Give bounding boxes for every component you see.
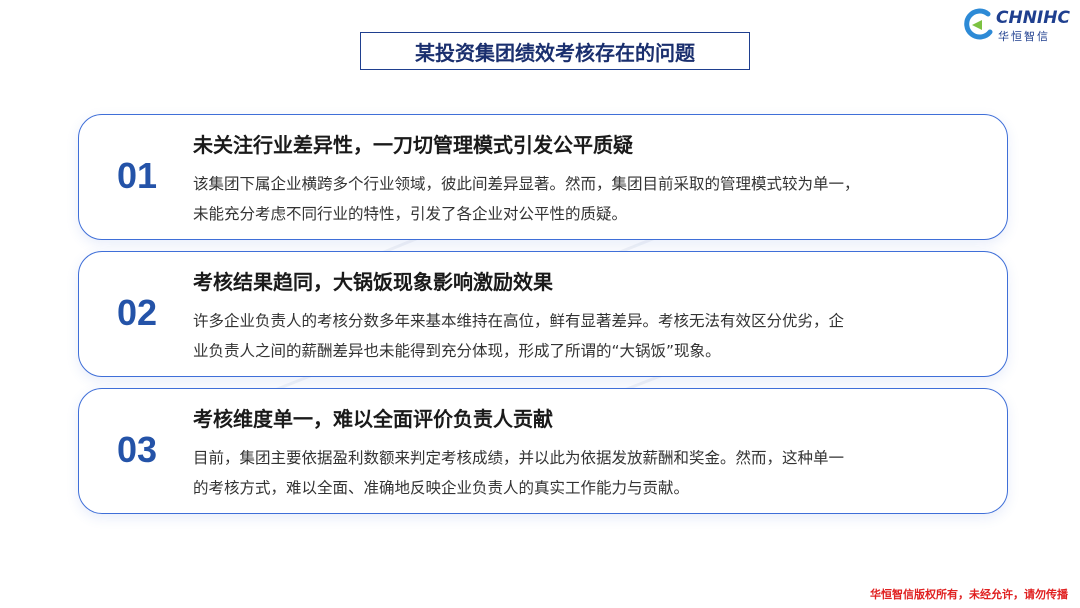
issue-card-2: 02 考核结果趋同，大锅饭现象影响激励效果 许多企业负责人的考核分数多年来基本维… [78, 251, 1008, 377]
issue-body-line: 未能充分考虑不同行业的特性，引发了各企业对公平性的质疑。 [193, 205, 628, 223]
logo-subtitle: 华恒智信 [998, 30, 1050, 43]
company-logo: CHNIHC 华恒智信 [962, 6, 1072, 46]
issue-body-line: 该集团下属企业横跨多个行业领域，彼此间差异显著。然而，集团目前采取的管理模式较为… [193, 175, 860, 193]
issue-number: 02 [117, 292, 158, 333]
issue-body: 许多企业负责人的考核分数多年来基本维持在高位，鲜有显著差异。考核无法有效区分优劣… [193, 306, 973, 366]
issue-body-line: 目前，集团主要依据盈利数额来判定考核成绩，并以此为依据发放薪酬和奖金。然而，这种… [193, 449, 845, 467]
issue-body: 该集团下属企业横跨多个行业领域，彼此间差异显著。然而，集团目前采取的管理模式较为… [193, 169, 973, 229]
logo-mark-icon [964, 8, 993, 40]
issue-heading: 考核维度单一，难以全面评价负责人贡献 [193, 407, 553, 431]
copyright-notice: 华恒智信版权所有，未经允许，请勿传播 [870, 588, 1068, 601]
issue-number: 01 [117, 155, 158, 196]
issue-body-line: 业负责人之间的薪酬差异也未能得到充分体现，形成了所谓的“大锅饭”现象。 [193, 342, 721, 360]
issue-card-1: 01 未关注行业差异性，一刀切管理模式引发公平质疑 该集团下属企业横跨多个行业领… [78, 114, 1008, 240]
issue-card-3: 03 考核维度单一，难以全面评价负责人贡献 目前，集团主要依据盈利数额来判定考核… [78, 388, 1008, 514]
page-title: 某投资集团绩效考核存在的问题 [360, 32, 750, 70]
issue-body-line: 的考核方式，难以全面、准确地反映企业负责人的真实工作能力与贡献。 [193, 479, 690, 497]
issue-number: 03 [117, 429, 158, 470]
logo-name: CHNIHC [996, 8, 1070, 28]
issue-body: 目前，集团主要依据盈利数额来判定考核成绩，并以此为依据发放薪酬和奖金。然而，这种… [193, 443, 973, 503]
issue-heading: 未关注行业差异性，一刀切管理模式引发公平质疑 [193, 133, 633, 157]
issue-body-line: 许多企业负责人的考核分数多年来基本维持在高位，鲜有显著差异。考核无法有效区分优劣… [193, 312, 845, 330]
issue-heading: 考核结果趋同，大锅饭现象影响激励效果 [193, 270, 553, 294]
